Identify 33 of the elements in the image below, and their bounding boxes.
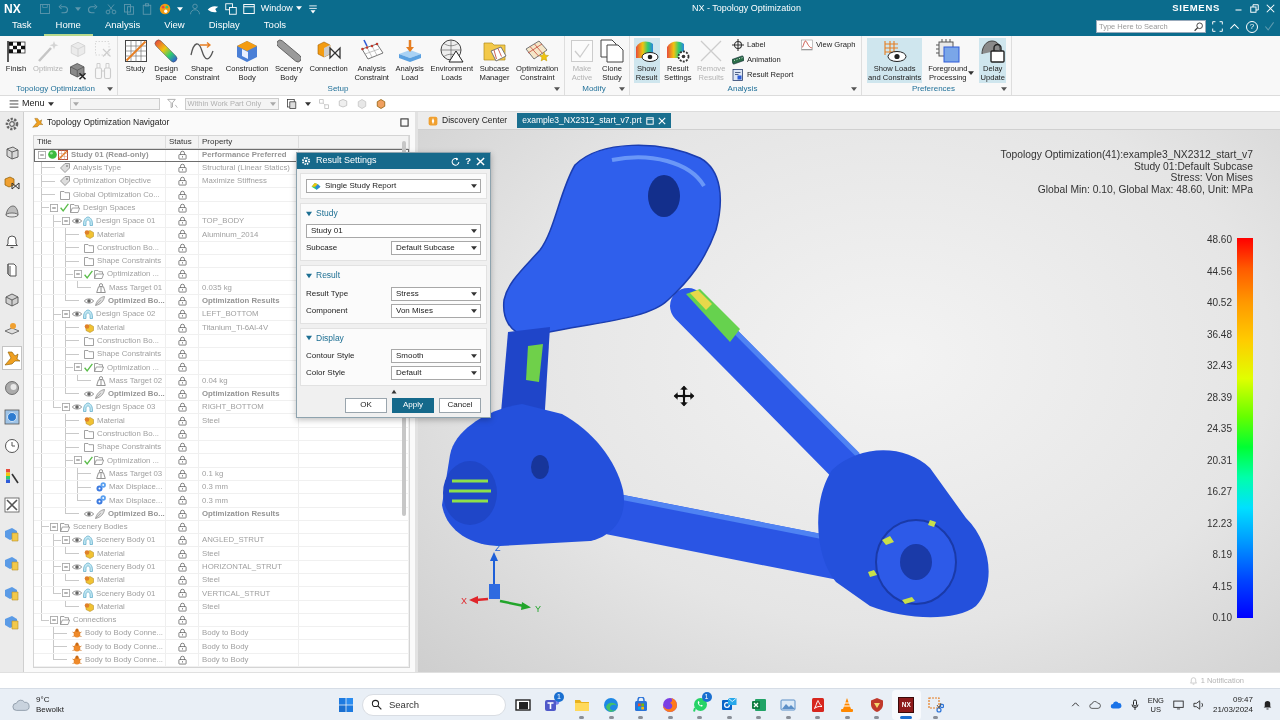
group-label: Topology Optimization xyxy=(16,82,95,95)
legend-value: 28.39 xyxy=(1206,390,1232,405)
group-label: Preferences xyxy=(911,82,956,95)
legend-value: 16.27 xyxy=(1206,485,1232,499)
app-logo: NX xyxy=(4,2,21,15)
group-label: Analysis xyxy=(727,82,758,95)
axis-label: X xyxy=(461,596,467,606)
legend-value: 0.10 xyxy=(1212,611,1232,625)
legend-value: 4.15 xyxy=(1212,579,1232,594)
result-info-line: Topology Optimization(41):example3_NX2312_start_v7 xyxy=(1000,149,1253,161)
field-label: Contour Style xyxy=(306,350,355,363)
brand-name: SIEMENS xyxy=(1172,1,1220,16)
legend-value: 20.31 xyxy=(1206,453,1232,468)
legend-value: 40.52 xyxy=(1206,296,1232,310)
result-info-line: Stress: Von Mises xyxy=(1170,172,1253,184)
legend-value: 24.35 xyxy=(1206,422,1232,436)
result-info-line: Global Min: 0.10, Global Max: 48.60, Unit: MPa xyxy=(1037,183,1253,196)
legend-value: 36.48 xyxy=(1206,327,1232,342)
result-info-line: Study 01:Default Subcase xyxy=(1133,160,1253,173)
axis-label: Y xyxy=(535,604,541,614)
legend-value: 12.23 xyxy=(1206,516,1232,531)
group-label: Setup xyxy=(327,82,349,95)
axis-label: Z xyxy=(495,543,501,553)
legend-value: 8.19 xyxy=(1212,548,1232,562)
temperature-label: 9°C xyxy=(36,694,51,705)
window-title: NX - Topology Optimization xyxy=(692,1,801,15)
legend-value: 48.60 xyxy=(1206,233,1232,247)
weather-condition: Bewolkt xyxy=(36,704,64,715)
group-label: Modify xyxy=(582,82,606,95)
panel-title: Topology Optimization Navigator xyxy=(47,116,170,129)
legend-value: 32.43 xyxy=(1206,359,1232,373)
field-label: Subcase xyxy=(306,242,338,255)
legend-value: 44.56 xyxy=(1206,264,1232,279)
